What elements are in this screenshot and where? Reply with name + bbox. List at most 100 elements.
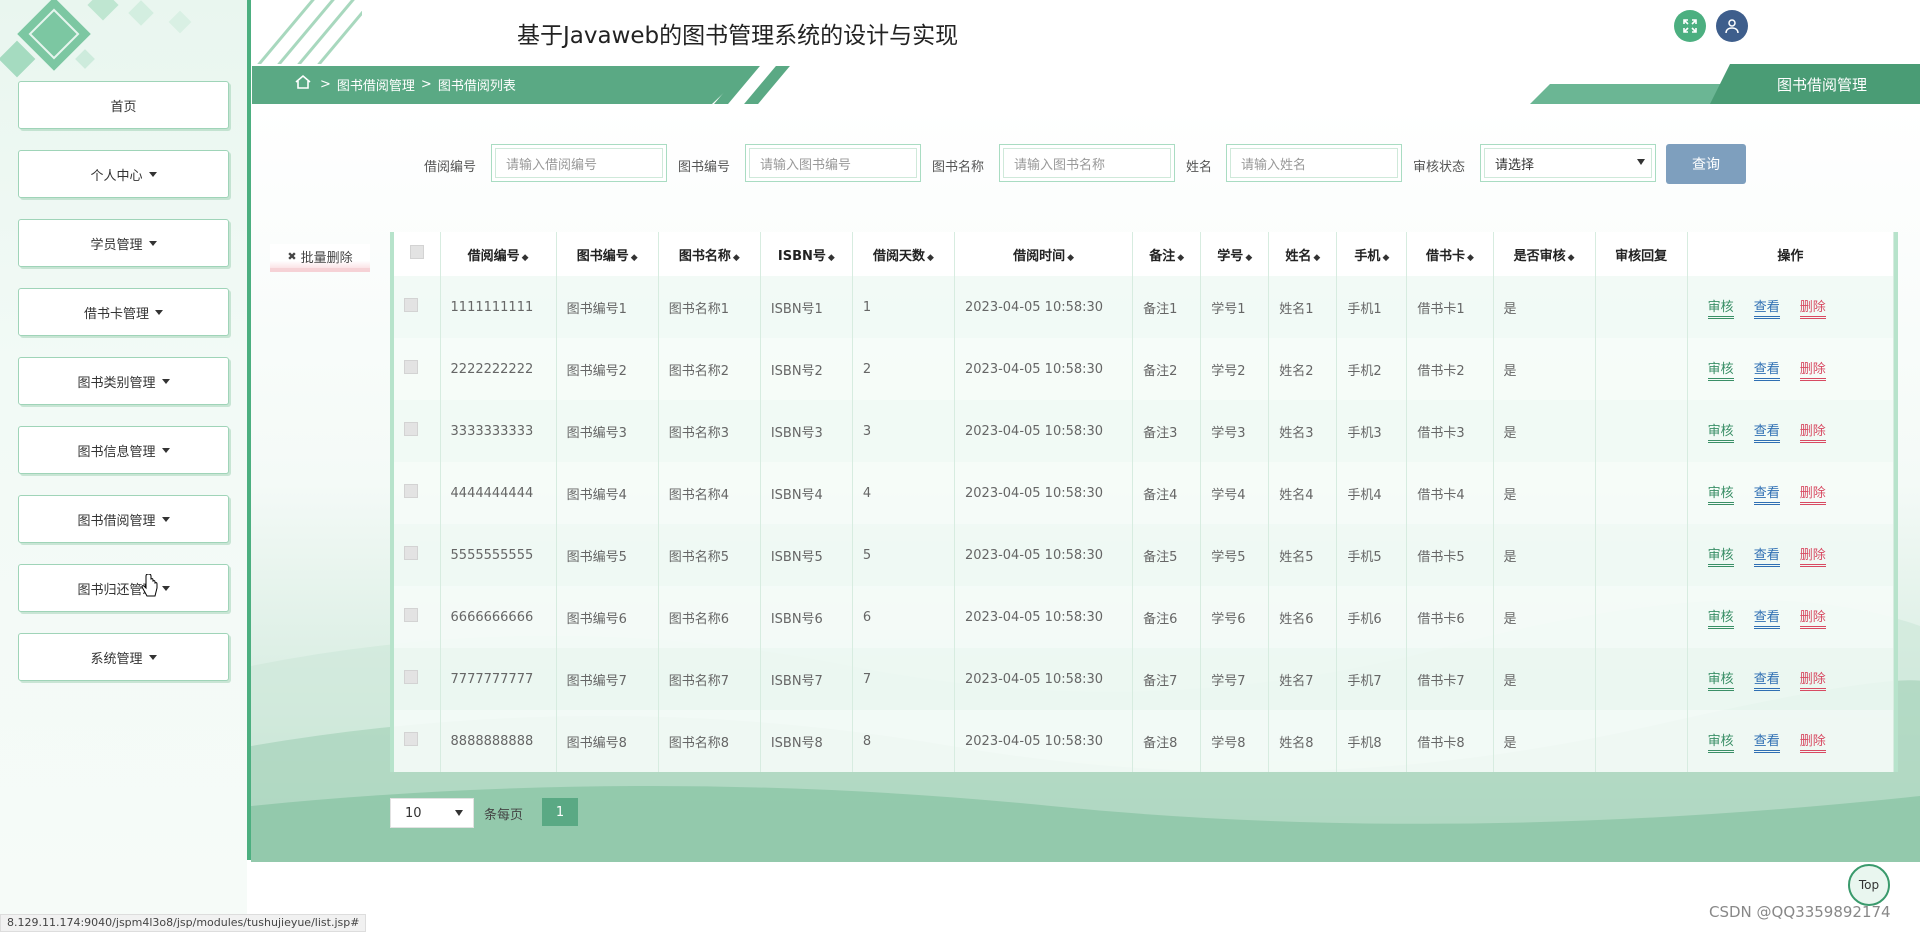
query-button[interactable]: 查询: [1666, 144, 1746, 184]
column-header[interactable]: ISBN号 ◆: [760, 232, 853, 276]
view-button[interactable]: 查看: [1753, 544, 1780, 567]
table-cell: [1595, 586, 1688, 648]
actions-cell: 审核 查看 删除: [1687, 710, 1895, 772]
actions-cell: 审核 查看 删除: [1687, 400, 1895, 462]
view-button[interactable]: 查看: [1753, 606, 1780, 629]
table-cell: 图书名称1: [658, 276, 761, 338]
fullscreen-button[interactable]: [1674, 10, 1706, 42]
table-cell: 2023-04-05 10:58:30: [954, 524, 1134, 586]
row-checkbox[interactable]: [404, 360, 418, 374]
sort-icon[interactable]: ◆: [1067, 253, 1074, 263]
user-icon: [1725, 19, 1739, 34]
row-checkbox[interactable]: [404, 732, 418, 746]
row-checkbox[interactable]: [404, 298, 418, 312]
column-header[interactable]: 图书名称 ◆: [658, 232, 761, 276]
column-header[interactable]: 学号 ◆: [1200, 232, 1270, 276]
sort-icon[interactable]: ◆: [522, 253, 529, 263]
audit-button[interactable]: 审核: [1707, 358, 1734, 381]
delete-button[interactable]: 删除: [1799, 544, 1826, 567]
column-header[interactable]: 姓名 ◆: [1268, 232, 1338, 276]
view-button[interactable]: 查看: [1753, 668, 1780, 691]
row-checkbox[interactable]: [404, 484, 418, 498]
delete-button[interactable]: 删除: [1799, 482, 1826, 505]
delete-button[interactable]: 删除: [1799, 606, 1826, 629]
column-header[interactable]: 图书编号 ◆: [556, 232, 659, 276]
batch-delete-button[interactable]: ✖ 批量删除: [270, 244, 370, 272]
table-cell: 是: [1493, 648, 1596, 710]
status-select[interactable]: 请选择: [1480, 144, 1656, 182]
sidebar-item-book-return[interactable]: 图书归还管理: [18, 564, 229, 612]
home-icon[interactable]: [294, 73, 312, 91]
sort-icon[interactable]: ◆: [1313, 253, 1320, 263]
audit-button[interactable]: 审核: [1707, 296, 1734, 319]
view-button[interactable]: 查看: [1753, 420, 1780, 443]
audit-button[interactable]: 审核: [1707, 730, 1734, 753]
sort-icon[interactable]: ◆: [733, 253, 740, 263]
column-header[interactable]: 备注 ◆: [1132, 232, 1202, 276]
table-cell: 3: [852, 400, 956, 462]
sidebar-item-student[interactable]: 学员管理: [18, 219, 229, 267]
sort-icon[interactable]: ◆: [1568, 253, 1575, 263]
audit-button[interactable]: 审核: [1707, 668, 1734, 691]
delete-button[interactable]: 删除: [1799, 420, 1826, 443]
sidebar-item-book-category[interactable]: 图书类别管理: [18, 357, 229, 405]
book-name-input[interactable]: 请输入图书名称: [999, 144, 1175, 182]
column-header[interactable]: 手机 ◆: [1336, 232, 1408, 276]
column-header[interactable]: 借书卡 ◆: [1406, 232, 1494, 276]
borrow-no-input[interactable]: 请输入借阅编号: [491, 144, 667, 182]
view-button[interactable]: 查看: [1753, 358, 1780, 381]
table-cell: 7: [852, 648, 956, 710]
row-checkbox[interactable]: [404, 670, 418, 684]
table-cell: 借书卡5: [1406, 524, 1494, 586]
sort-icon[interactable]: ◆: [1467, 253, 1474, 263]
breadcrumb-level1[interactable]: 图书借阅管理: [337, 75, 415, 94]
sidebar-item-book-info[interactable]: 图书信息管理: [18, 426, 229, 474]
watermark: CSDN @QQ3359892174: [1709, 903, 1891, 921]
row-checkbox[interactable]: [404, 546, 418, 560]
batch-delete-label: 批量删除: [300, 250, 353, 266]
delete-button[interactable]: 删除: [1799, 358, 1826, 381]
view-button[interactable]: 查看: [1753, 482, 1780, 505]
sidebar-item-book-borrow[interactable]: 图书借阅管理: [18, 495, 229, 543]
sort-icon[interactable]: ◆: [1382, 253, 1389, 263]
page-size-select[interactable]: 10: [390, 798, 474, 828]
sidebar-item-personal-center[interactable]: 个人中心: [18, 150, 229, 198]
book-no-input[interactable]: 请输入图书编号: [745, 144, 921, 182]
table-cell: 图书编号7: [556, 648, 659, 710]
sort-icon[interactable]: ◆: [1245, 253, 1252, 263]
sort-icon[interactable]: ◆: [1177, 253, 1184, 263]
sidebar-item-home[interactable]: 首页: [18, 81, 229, 129]
view-button[interactable]: 查看: [1753, 730, 1780, 753]
sort-icon[interactable]: ◆: [927, 253, 934, 263]
breadcrumb: > 图书借阅管理 > 图书借阅列表: [320, 75, 516, 94]
sidebar-item-system[interactable]: 系统管理: [18, 633, 229, 681]
decor-square: [128, 0, 154, 26]
column-header[interactable]: 借阅编号 ◆: [440, 232, 557, 276]
user-button[interactable]: [1716, 10, 1748, 42]
sort-icon[interactable]: ◆: [631, 253, 638, 263]
column-header-label: 借阅天数: [872, 248, 925, 264]
column-header[interactable]: 是否审核 ◆: [1493, 232, 1596, 276]
delete-button[interactable]: 删除: [1799, 668, 1826, 691]
audit-button[interactable]: 审核: [1707, 420, 1734, 443]
audit-button[interactable]: 审核: [1707, 482, 1734, 505]
page-number-current[interactable]: 1: [542, 798, 578, 826]
delete-button[interactable]: 删除: [1799, 730, 1826, 753]
audit-button[interactable]: 审核: [1707, 606, 1734, 629]
sort-icon[interactable]: ◆: [828, 253, 835, 263]
actions-cell: 审核 查看 删除: [1687, 524, 1895, 586]
select-all-checkbox[interactable]: [409, 245, 424, 259]
delete-button[interactable]: 删除: [1799, 296, 1826, 319]
name-input[interactable]: 请输入姓名: [1226, 144, 1402, 182]
column-header[interactable]: 借阅时间 ◆: [954, 232, 1134, 276]
column-header[interactable]: 借阅天数 ◆: [852, 232, 956, 276]
table-cell: ISBN号2: [760, 338, 853, 400]
audit-button[interactable]: 审核: [1707, 544, 1734, 567]
sidebar-item-library-card[interactable]: 借书卡管理: [18, 288, 229, 336]
view-button[interactable]: 查看: [1753, 296, 1780, 319]
table-cell: 手机4: [1336, 462, 1408, 524]
back-to-top-button[interactable]: Top: [1848, 864, 1890, 906]
row-checkbox[interactable]: [404, 422, 418, 436]
table-cell: 3333333333: [440, 400, 557, 462]
row-checkbox[interactable]: [404, 608, 418, 622]
